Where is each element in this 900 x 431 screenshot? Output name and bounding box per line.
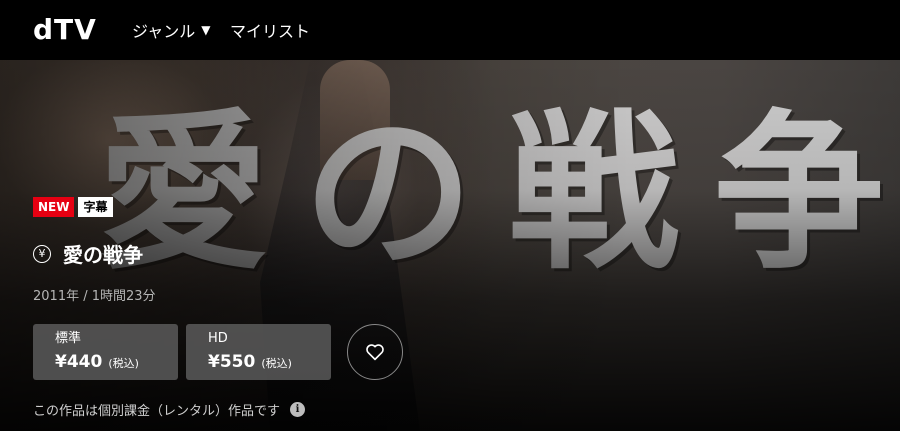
title-row: ¥ 愛の戦争 [33, 239, 143, 268]
rent-standard-button[interactable]: 標準 ¥440 (税込) [33, 324, 178, 380]
info-icon[interactable]: i [290, 402, 306, 417]
price-value: ¥440 (税込) [55, 351, 178, 375]
heart-icon [366, 344, 384, 361]
price-amount: ¥550 [208, 352, 256, 372]
price-label: 標準 [55, 331, 82, 346]
badge-group: NEW 字幕 [33, 197, 113, 217]
new-badge: NEW [33, 197, 75, 217]
yen-icon: ¥ [33, 244, 51, 263]
video-title: 愛の戦争 [63, 243, 143, 267]
price-tax: (税込) [108, 357, 139, 370]
nav-genre-label: ジャンル [132, 22, 196, 41]
price-label: HD [208, 331, 228, 346]
video-meta: 2011年 / 1時間23分 [33, 289, 156, 304]
subtitle-badge: 字幕 [78, 197, 113, 217]
favorite-button[interactable] [347, 324, 403, 380]
nav-genre-menu[interactable]: ジャンル ▼ [132, 18, 210, 42]
price-value: ¥550 (税込) [208, 351, 331, 375]
rental-notice: この作品は個別課金（レンタル）作品です i [33, 400, 306, 419]
dtv-logo[interactable]: dTV [33, 14, 97, 46]
rent-hd-button[interactable]: HD ¥550 (税込) [186, 324, 331, 380]
rental-notice-text: この作品は個別課金（レンタル）作品です [33, 404, 281, 419]
price-amount: ¥440 [55, 352, 103, 372]
price-tax: (税込) [261, 357, 292, 370]
caret-down-icon: ▼ [201, 23, 211, 37]
site-header: dTV ジャンル ▼ マイリスト [0, 0, 900, 60]
nav-mylist-link[interactable]: マイリスト [230, 18, 310, 42]
